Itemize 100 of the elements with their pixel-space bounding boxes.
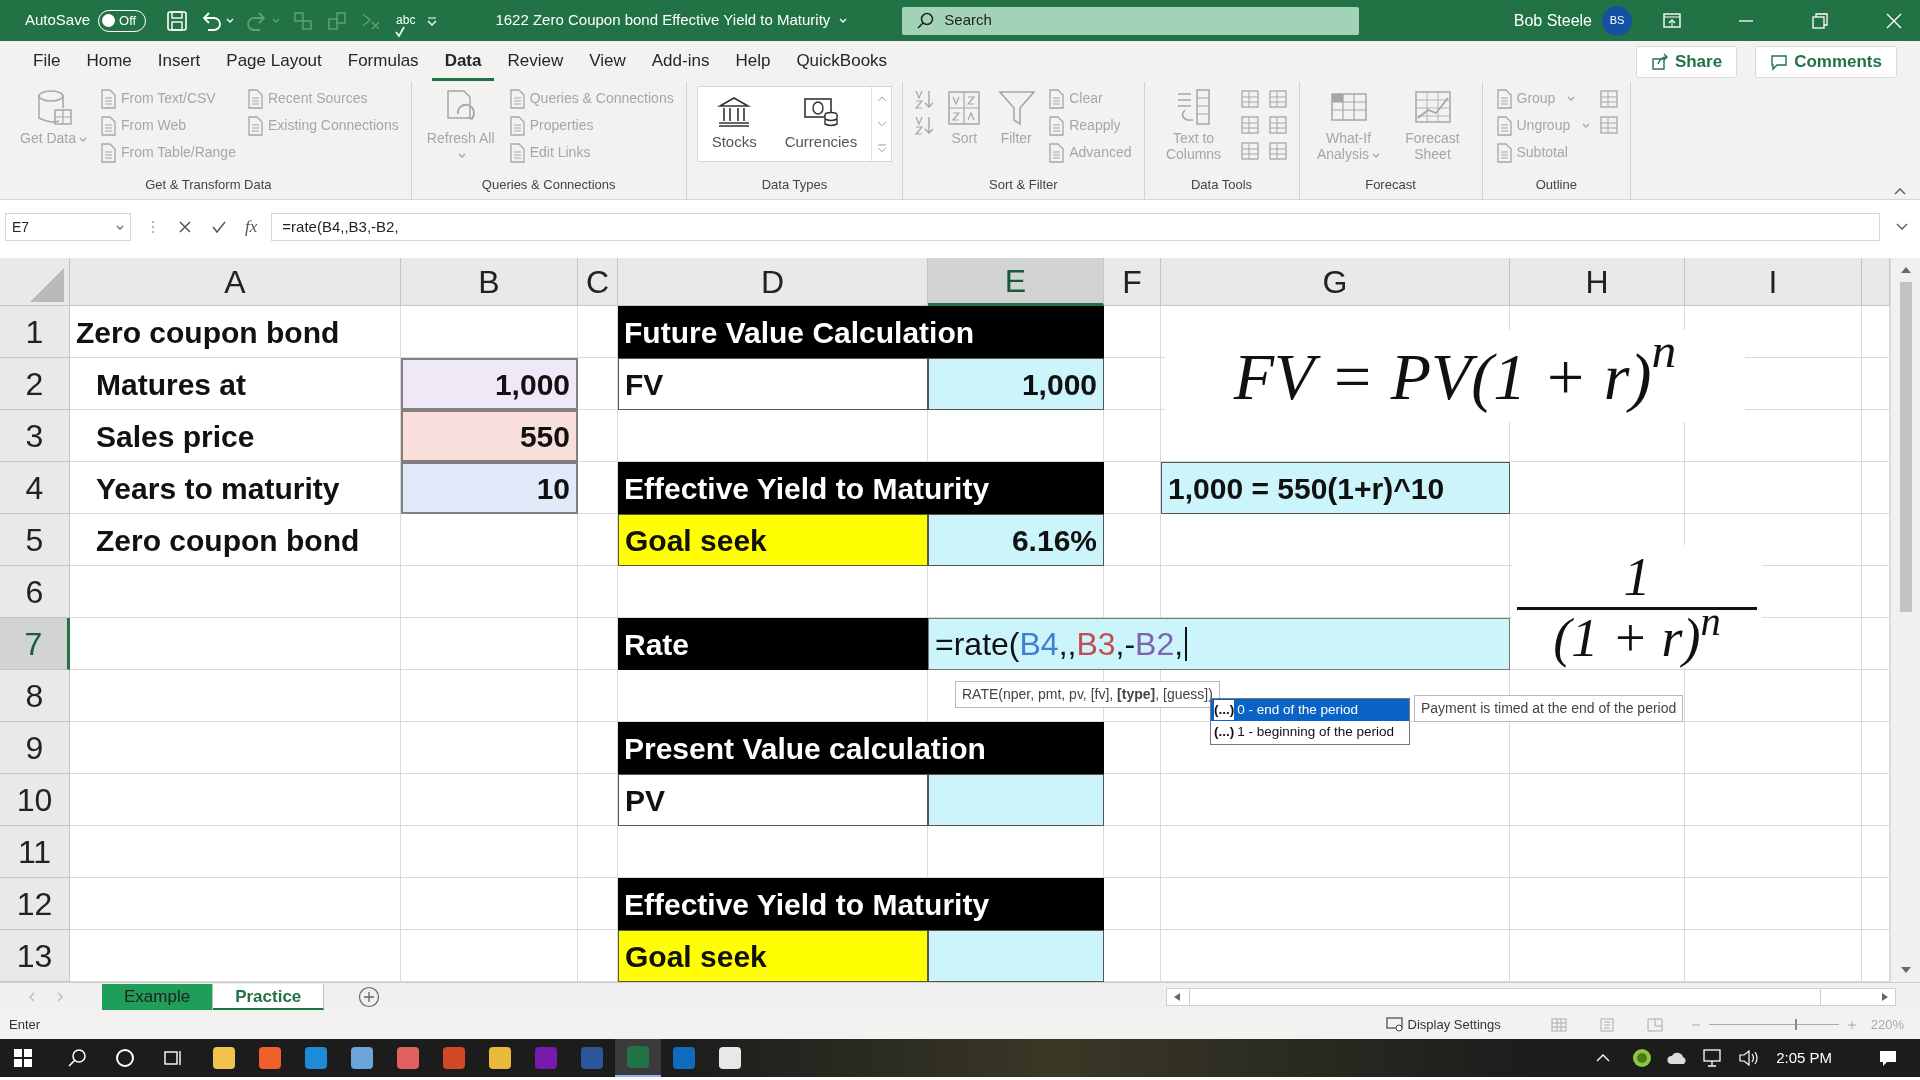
more-icon[interactable]: [876, 144, 889, 153]
column-header[interactable]: D: [618, 258, 928, 306]
zoom-slider[interactable]: [1708, 1018, 1839, 1032]
menu-tab[interactable]: File: [20, 41, 74, 82]
column-header[interactable]: I: [1685, 258, 1862, 306]
row-header[interactable]: 6: [0, 566, 70, 618]
customize-icon[interactable]: [427, 15, 438, 26]
scroll-down-icon[interactable]: [1899, 966, 1912, 974]
collapse-icon[interactable]: [1894, 187, 1906, 195]
sheet-tab[interactable]: Example: [102, 984, 214, 1010]
share-icon: [1650, 52, 1669, 71]
row-header[interactable]: 7: [0, 618, 70, 670]
menu-tab[interactable]: Insert: [144, 41, 214, 82]
cell-edit-field[interactable]: =rate(B4,,B3,-B2,: [928, 618, 1510, 670]
caret-icon: [1582, 122, 1591, 129]
row-header[interactable]: 10: [0, 774, 70, 826]
row-header[interactable]: 12: [0, 878, 70, 930]
save-icon[interactable]: [166, 9, 189, 32]
row-header[interactable]: 1: [0, 306, 70, 358]
banknote-icon: [802, 95, 839, 127]
share-button[interactable]: Share: [1635, 45, 1738, 78]
group-label: Queries & Connections: [480, 175, 617, 194]
expand-icon[interactable]: [1896, 223, 1908, 231]
chevron-up-icon[interactable]: [1596, 1053, 1611, 1063]
row-header[interactable]: 11: [0, 826, 70, 878]
clock-time[interactable]: 2:05 PM: [1776, 1046, 1832, 1070]
menu-tab[interactable]: QuickBooks: [783, 41, 901, 82]
horizontal-scrollbar[interactable]: [1166, 988, 1896, 1006]
ribbon-display-icon[interactable]: [1662, 10, 1682, 31]
document-title[interactable]: 1622 Zero Coupon bond Effective Yield to Maturity: [495, 9, 831, 32]
task-view-icon[interactable]: [163, 1048, 183, 1068]
autosave-label: AutoSave: [25, 10, 91, 31]
table-cell: 1,000: [928, 358, 1104, 410]
cloud-icon[interactable]: [1666, 1051, 1689, 1065]
row-header[interactable]: 9: [0, 722, 70, 774]
column-header[interactable]: E: [928, 258, 1104, 306]
row-header[interactable]: 13: [0, 930, 70, 982]
menu-tab[interactable]: Add-ins: [638, 41, 723, 82]
column-header[interactable]: B: [401, 258, 578, 306]
scroll-right-icon[interactable]: [1881, 992, 1889, 1002]
caret-icon: [1567, 95, 1576, 102]
menu-tab[interactable]: View: [576, 41, 639, 82]
display-settings-button[interactable]: Display Settings: [1379, 1014, 1507, 1036]
cancel-icon[interactable]: [177, 219, 193, 235]
gallery-button[interactable]: Stocks: [697, 87, 771, 161]
search-icon[interactable]: [67, 1048, 87, 1068]
gallery-button[interactable]: Currencies: [770, 87, 872, 161]
formula-field[interactable]: =rate(B4,,B3,-B2,: [271, 213, 1880, 241]
undo-icon[interactable]: [200, 9, 223, 32]
scroll-thumb[interactable]: [1189, 989, 1821, 1005]
table-cell: Goal seek: [618, 514, 928, 566]
group-label: Data Tools: [1189, 175, 1254, 194]
column-header[interactable]: C: [578, 258, 618, 306]
name-box[interactable]: E7: [5, 213, 131, 241]
notification-icon[interactable]: [1878, 1048, 1898, 1068]
spell-check-label[interactable]: abc: [396, 15, 416, 26]
menu-tab[interactable]: Page Layout: [213, 41, 335, 82]
column-header[interactable]: A: [70, 258, 401, 306]
document-icon: [1494, 142, 1513, 163]
scroll-up-icon[interactable]: [1899, 266, 1912, 274]
user-avatar[interactable]: BS: [1602, 5, 1632, 36]
comments-button[interactable]: Comments: [1755, 45, 1897, 78]
row-header[interactable]: 8: [0, 670, 70, 722]
scroll-thumb[interactable]: [1899, 282, 1912, 612]
check-icon[interactable]: [211, 219, 227, 235]
add-sheet-icon[interactable]: [358, 986, 381, 1008]
restore-icon[interactable]: [1810, 10, 1830, 31]
drag-handle-icon[interactable]: [151, 219, 155, 235]
caret-icon: [458, 151, 467, 159]
shape-icon[interactable]: [326, 9, 349, 32]
status-mode: Enter: [9, 1016, 41, 1035]
menu-tab[interactable]: Help: [722, 41, 784, 82]
table-cell: 6.16%: [928, 514, 1104, 566]
speaker-icon[interactable]: [1738, 1048, 1761, 1068]
column-header[interactable]: H: [1510, 258, 1685, 306]
vertical-scrollbar[interactable]: [1890, 258, 1920, 982]
comment-icon: [1770, 52, 1789, 71]
status-icon[interactable]: [1632, 1048, 1653, 1068]
menu-tab[interactable]: Formulas: [334, 41, 432, 82]
scroll-left-icon[interactable]: [1173, 992, 1181, 1002]
document-icon: [99, 88, 118, 109]
equation-text: FV = PV(1 + r)$^{n}$: [1165, 330, 1745, 422]
document-icon: [1494, 115, 1513, 136]
insert-function-button[interactable]: fx: [245, 214, 258, 240]
cortana-icon[interactable]: [115, 1048, 135, 1068]
menu-tab[interactable]: Home: [73, 41, 145, 82]
column-header[interactable]: G: [1161, 258, 1510, 306]
row-header[interactable]: 3: [0, 410, 70, 462]
windows-start-icon[interactable]: [13, 1048, 33, 1068]
monitor-icon: [1385, 1017, 1404, 1033]
row-header[interactable]: 2: [0, 358, 70, 410]
column-header[interactable]: F: [1104, 258, 1161, 306]
group-label: Get & Transform Data: [144, 175, 273, 194]
sheet-tab[interactable]: Practice: [213, 984, 325, 1010]
user-name: Bob Steele: [1513, 10, 1592, 31]
row-header[interactable]: 5: [0, 514, 70, 566]
table-cell-text: Years to maturity: [95, 470, 341, 507]
menu-tab[interactable]: Review: [494, 41, 577, 82]
search-field[interactable]: Search: [902, 6, 1360, 35]
row-header[interactable]: 4: [0, 462, 70, 514]
